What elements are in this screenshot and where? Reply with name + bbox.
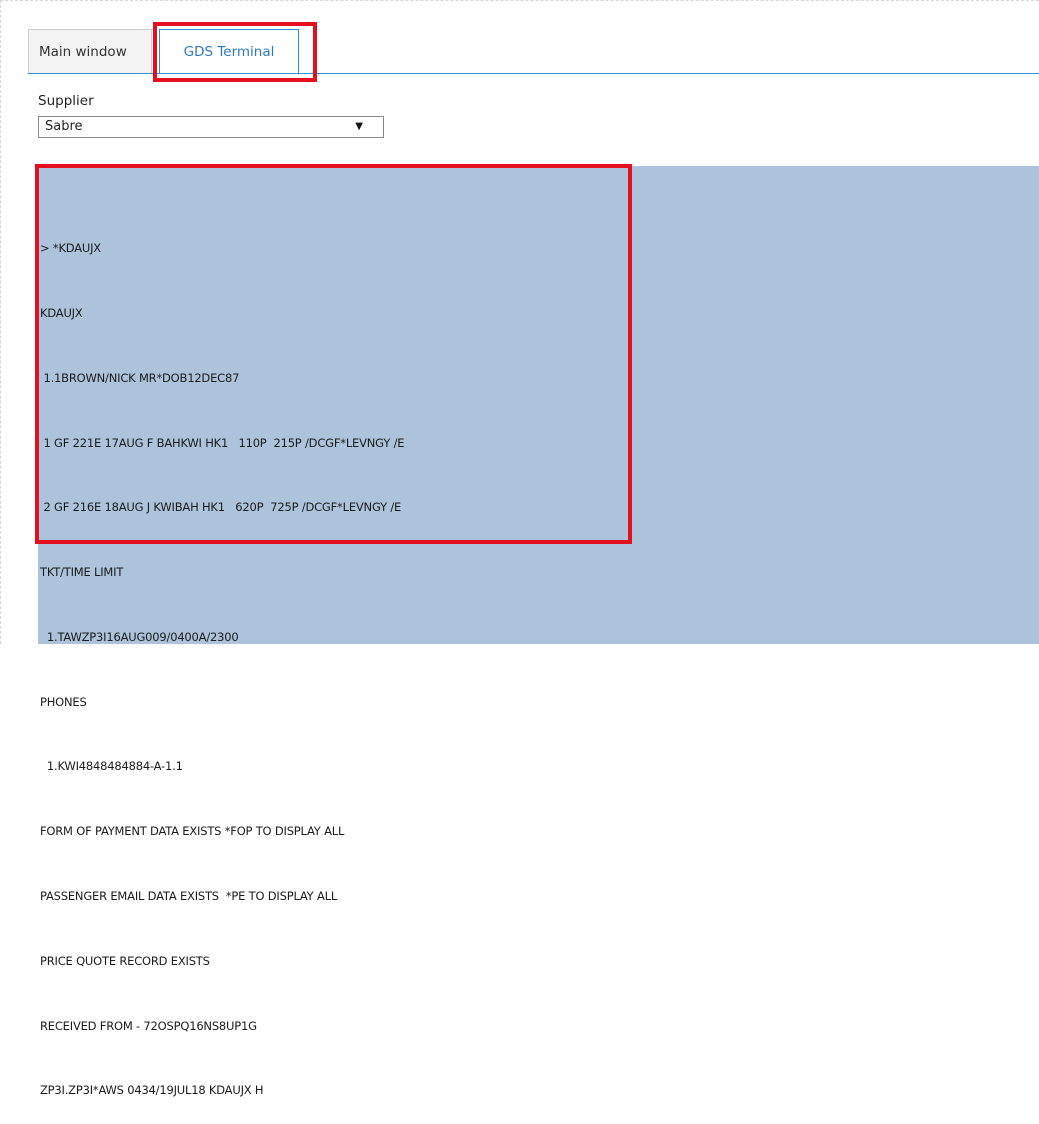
terminal-line: 1.1BROWN/NICK MR*DOB12DEC87 [40,370,240,385]
terminal-line: KDAUJX [40,305,83,320]
dropdown-caret-icon: ▼ [355,121,363,132]
tab-gds-terminal[interactable]: GDS Terminal [159,29,299,74]
terminal-line: PASSENGER EMAIL DATA EXISTS *PE TO DISPL… [40,889,338,903]
terminal-line: > *KDAUJX [40,241,101,256]
tab-bar: Main window GDS Terminal [28,24,1039,74]
supplier-selected-value: Sabre [45,119,83,134]
tab-main-window[interactable]: Main window [28,29,152,73]
terminal-line: 2 GF 216E 18AUG J KWIBAH HK1 620P 725P /… [40,500,402,515]
terminal-line: PHONES [40,694,87,709]
terminal-text: > *KDAUJX KDAUJX 1.1BROWN/NICK MR*DOB12D… [40,195,405,1124]
terminal-line: 1 GF 221E 17AUG F BAHKWI HK1 110P 215P /… [40,435,405,450]
terminal-line: FORM OF PAYMENT DATA EXISTS *FOP TO DISP… [40,824,345,839]
terminal-line: RECEIVED FROM - 72OSPQ16NS8UP1G [40,1018,257,1033]
terminal-line: PRICE QUOTE RECORD EXISTS [40,953,210,968]
terminal-line: 1.TAWZP3I16AUG009/0400A/2300 [40,629,239,644]
terminal-line: 1.KWI4848484884-A-1.1 [40,759,183,774]
tab-underline [28,73,1039,74]
terminal-line: ZP3I.ZP3I*AWS 0434/19JUL18 KDAUJX H [40,1083,264,1098]
terminal-line: TKT/TIME LIMIT [40,565,124,580]
supplier-label: Supplier [38,93,94,109]
supplier-select[interactable]: Sabre ▼ [38,116,384,138]
